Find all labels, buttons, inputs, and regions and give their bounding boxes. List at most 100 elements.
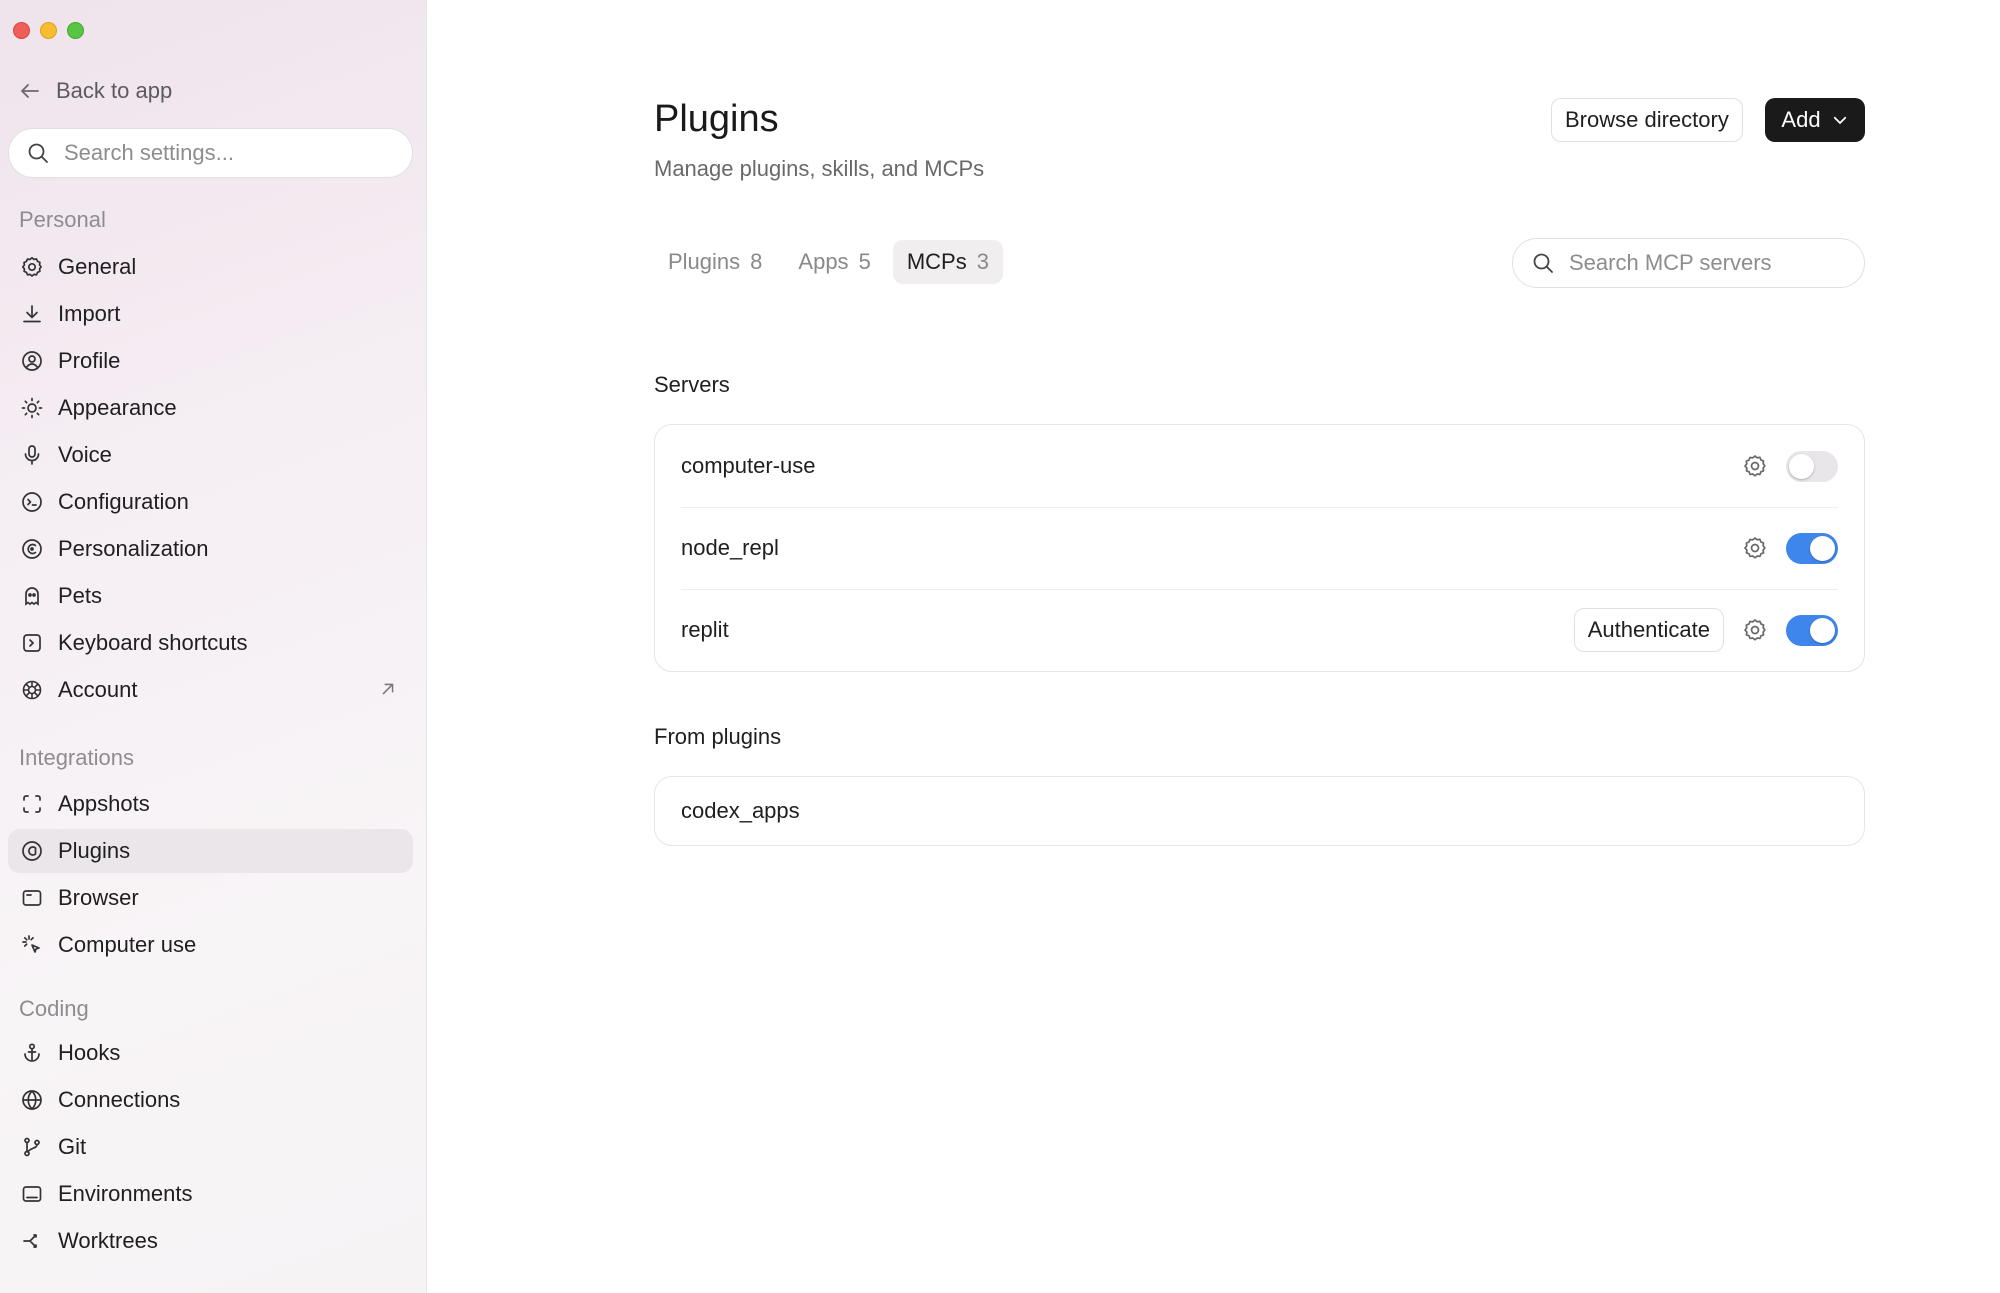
sun-icon bbox=[21, 397, 43, 419]
monitor-icon bbox=[22, 1186, 42, 1202]
sidebar-item-personalization[interactable]: Personalization bbox=[8, 527, 413, 571]
window-controls bbox=[13, 22, 84, 39]
tab-plugins[interactable]: Plugins 8 bbox=[654, 240, 776, 284]
search-icon bbox=[1533, 253, 1553, 273]
sidebar-item-label: Appshots bbox=[58, 791, 150, 816]
sidebar-item-label: Keyboard shortcuts bbox=[58, 630, 248, 655]
authenticate-button[interactable]: Authenticate bbox=[1573, 608, 1724, 652]
keyboard-icon bbox=[23, 634, 41, 652]
sidebar-item-label: Environments bbox=[58, 1181, 193, 1206]
sidebar-item-configuration[interactable]: Configuration bbox=[8, 480, 413, 524]
sidebar-item-label: Account bbox=[58, 677, 138, 702]
sidebar-item-label: Worktrees bbox=[58, 1228, 158, 1253]
sidebar-item-import[interactable]: Import bbox=[8, 292, 413, 336]
sidebar-item-label: Configuration bbox=[58, 489, 189, 514]
sidebar-item-pets[interactable]: Pets bbox=[8, 574, 413, 618]
worktree-icon bbox=[23, 1234, 37, 1248]
sidebar-item-connections[interactable]: Connections bbox=[8, 1078, 413, 1122]
sidebar-item-label: Git bbox=[58, 1134, 87, 1159]
sidebar-item-hooks[interactable]: Hooks bbox=[8, 1031, 413, 1075]
sidebar-item-environments[interactable]: Environments bbox=[8, 1172, 413, 1216]
tab-count: 5 bbox=[858, 249, 871, 274]
gear-icon[interactable] bbox=[1742, 617, 1768, 643]
settings-search-input[interactable] bbox=[64, 140, 394, 166]
server-name: node_repl bbox=[681, 535, 779, 560]
tab-bar: Plugins 8 Apps 5 MCPs 3 bbox=[654, 240, 1003, 284]
sidebar-item-computer-use[interactable]: Computer use bbox=[8, 923, 413, 967]
minimize-window-button[interactable] bbox=[40, 22, 57, 39]
section-label-integrations: Integrations bbox=[19, 745, 134, 770]
add-button[interactable]: Add bbox=[1765, 98, 1865, 142]
browser-icon bbox=[22, 890, 42, 906]
screenshot-icon bbox=[23, 795, 41, 813]
page-title: Plugins bbox=[654, 98, 779, 140]
mcp-search-input[interactable] bbox=[1569, 250, 1849, 276]
sidebar-item-label: Browser bbox=[58, 885, 139, 910]
sidebar-item-label: Voice bbox=[58, 442, 112, 467]
close-window-button[interactable] bbox=[13, 22, 30, 39]
sidebar-item-label: Appearance bbox=[58, 395, 177, 420]
browse-directory-button[interactable]: Browse directory bbox=[1551, 98, 1743, 142]
enable-toggle[interactable] bbox=[1786, 532, 1838, 564]
sidebar-item-account[interactable]: Account bbox=[8, 668, 413, 712]
back-to-app-label: Back to app bbox=[56, 78, 173, 103]
gear-icon[interactable] bbox=[1742, 535, 1768, 561]
enable-toggle[interactable] bbox=[1786, 614, 1838, 646]
page-subtitle: Manage plugins, skills, and MCPs bbox=[654, 156, 985, 181]
server-name: codex_apps bbox=[681, 798, 800, 823]
servers-heading: Servers bbox=[654, 372, 730, 397]
gear-icon[interactable] bbox=[1742, 453, 1768, 479]
mcp-search[interactable] bbox=[1512, 238, 1865, 288]
add-button-label: Add bbox=[1781, 107, 1821, 132]
download-icon bbox=[23, 305, 41, 323]
config-icon bbox=[22, 492, 42, 512]
sidebar-item-profile[interactable]: Profile bbox=[8, 339, 413, 383]
sidebar-item-label: Hooks bbox=[58, 1040, 121, 1065]
server-name: replit bbox=[681, 617, 729, 642]
sidebar-item-label: Plugins bbox=[58, 838, 131, 863]
servers-card: computer-use node_repl replit Authentica… bbox=[654, 424, 1865, 672]
personalization-icon bbox=[22, 539, 42, 559]
cursor-click-icon bbox=[22, 935, 40, 953]
sidebar-item-appshots[interactable]: Appshots bbox=[8, 782, 413, 826]
server-row-computer-use: computer-use bbox=[655, 425, 1864, 507]
openai-logo-icon bbox=[22, 680, 42, 700]
sidebar-item-plugins[interactable]: Plugins bbox=[8, 829, 413, 873]
section-label-personal: Personal bbox=[19, 207, 106, 232]
sidebar-item-general[interactable]: General bbox=[8, 245, 413, 289]
sidebar: Back to app Personal General Import Prof… bbox=[0, 0, 427, 1293]
server-name: computer-use bbox=[681, 453, 816, 478]
tab-mcps[interactable]: MCPs 3 bbox=[892, 240, 1003, 284]
chevron-down-icon bbox=[1833, 116, 1846, 124]
plugin-server-row[interactable]: codex_apps bbox=[655, 777, 1864, 845]
row-actions bbox=[1742, 532, 1838, 564]
sidebar-item-git[interactable]: Git bbox=[8, 1125, 413, 1169]
plugin-icon bbox=[22, 841, 42, 861]
sidebar-item-label: Pets bbox=[58, 583, 103, 608]
microphone-icon bbox=[24, 445, 40, 465]
sidebar-item-label: General bbox=[58, 254, 137, 279]
enable-toggle[interactable] bbox=[1786, 450, 1838, 482]
external-link-icon bbox=[382, 683, 394, 695]
sidebar-item-browser[interactable]: Browser bbox=[8, 876, 413, 920]
row-actions bbox=[1742, 450, 1838, 482]
sidebar-item-keyboard-shortcuts[interactable]: Keyboard shortcuts bbox=[8, 621, 413, 665]
anchor-icon bbox=[24, 1043, 40, 1062]
sidebar-item-label: Personalization bbox=[58, 536, 209, 561]
settings-search[interactable] bbox=[8, 128, 413, 178]
sidebar-item-label: Computer use bbox=[58, 932, 197, 957]
pet-icon bbox=[25, 587, 39, 606]
tab-apps[interactable]: Apps 5 bbox=[784, 240, 884, 284]
main-content: Plugins Manage plugins, skills, and MCPs… bbox=[428, 0, 2000, 1293]
maximize-window-button[interactable] bbox=[67, 22, 84, 39]
gear-icon bbox=[21, 256, 42, 277]
server-row-node-repl: node_repl bbox=[655, 507, 1864, 589]
sidebar-item-worktrees[interactable]: Worktrees bbox=[8, 1219, 413, 1263]
tab-count: 8 bbox=[750, 249, 763, 274]
sidebar-item-appearance[interactable]: Appearance bbox=[8, 386, 413, 430]
arrow-left-icon bbox=[21, 84, 39, 98]
tab-label: Plugins bbox=[668, 249, 741, 274]
sidebar-item-voice[interactable]: Voice bbox=[8, 433, 413, 477]
back-to-app-link[interactable]: Back to app bbox=[18, 74, 172, 108]
tab-label: MCPs bbox=[906, 249, 967, 274]
